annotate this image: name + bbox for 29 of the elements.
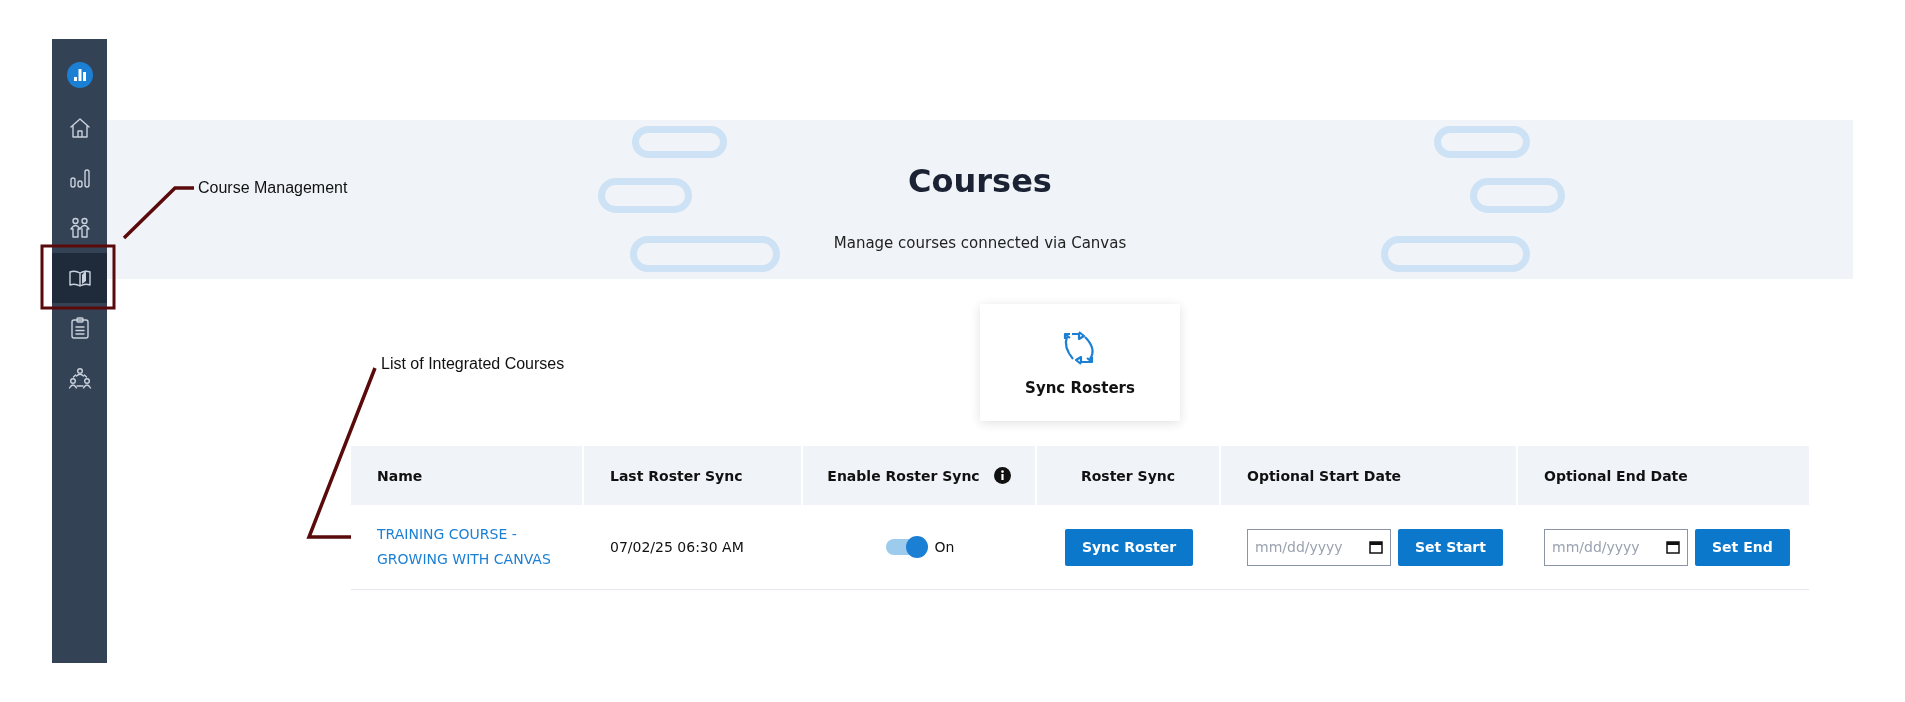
leader-line [122,186,194,240]
group-icon [67,366,92,390]
column-label: Optional Start Date [1247,467,1402,484]
date-input-field[interactable]: mm/dd/yyyy [1544,528,1688,566]
column-label: Name [377,467,423,484]
nav-item[interactable] [52,253,107,303]
calendar-icon[interactable] [1666,539,1680,554]
bar-chart-icon [67,166,92,190]
sync-time: 07/02/25 06:30 AM [610,539,744,555]
column-label: Last Roster Sync [610,467,743,484]
date-input-field[interactable]: mm/dd/yyyy [1247,528,1391,566]
page-title: Courses [908,162,1052,200]
annotation-label: List of Integrated Courses [381,355,565,373]
page-subtitle: Manage courses connected via Canvas [833,234,1127,252]
course-link[interactable]: TRAINING COURSE - GROWING WITH CANVAS [377,522,557,572]
people-icon [67,216,92,240]
set-end-button[interactable]: Set End [1695,528,1790,566]
column-label: Enable Roster Sync [827,467,980,484]
toggle-switch[interactable] [885,539,926,555]
logo-icon[interactable] [66,62,93,88]
annotation-label: Course Management [198,179,348,197]
column-label: Roster Sync [1080,467,1176,484]
sync-roster-button[interactable]: Sync Roster [1064,528,1194,566]
info-icon[interactable] [993,467,1011,484]
calendar-icon[interactable] [1369,539,1383,554]
set-start-button[interactable]: Set Start [1398,528,1503,566]
sync-rosters-card[interactable]: Sync Rosters [980,304,1180,421]
column-label: Optional End Date [1544,467,1688,484]
toggle-label: On [934,539,955,555]
